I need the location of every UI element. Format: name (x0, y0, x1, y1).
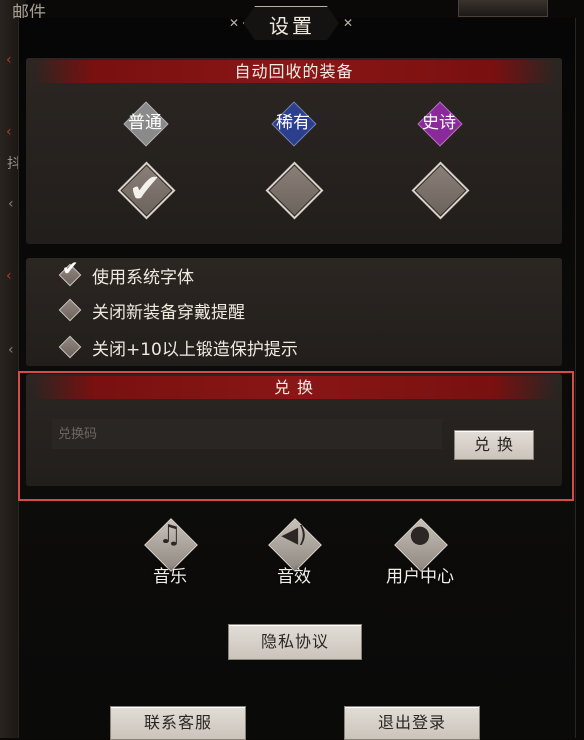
background-chevron-icon: ‹ (8, 342, 14, 358)
privacy-policy-button[interactable]: 隐私协议 (228, 624, 362, 660)
rarity-badge-epic: 史诗 (414, 98, 464, 148)
background-arrow-icon: ‹ (6, 124, 12, 140)
title-ornament-icon: ✕ (229, 16, 240, 30)
sound-effect-label: 音效 (277, 567, 311, 587)
checkbox-diamond-icon (265, 161, 324, 220)
rarity-label: 稀有 (276, 113, 310, 133)
option-label: 关闭新装备穿戴提醒 (92, 302, 245, 323)
recycle-checkbox-rare[interactable] (264, 160, 324, 220)
rarity-badge-common: 普通 (120, 98, 170, 148)
rarity-label: 史诗 (422, 113, 456, 133)
option-forge-protect[interactable]: 关闭+10以上锻造保护提示 (56, 334, 298, 360)
checkmark-icon: ✔ (128, 166, 162, 212)
logout-button[interactable]: 退出登录 (344, 706, 480, 740)
checkbox-diamond-icon (58, 298, 82, 322)
background-chevron-icon: ‹ (8, 196, 14, 212)
option-label: 关闭+10以上锻造保护提示 (92, 339, 298, 360)
rarity-badge-rare: 稀有 (268, 98, 318, 148)
rarity-common: 普通 ✔ (90, 98, 200, 220)
sound-effect-button[interactable]: ◀) 音效 (254, 518, 334, 588)
auto-recycle-section: 自动回收的装备 普通 ✔ 稀有 史诗 (26, 58, 562, 244)
options-section: ✔ 使用系统字体 关闭新装备穿戴提醒 关闭+10以上锻造保护提示 (26, 256, 562, 366)
recycle-checkbox-epic[interactable] (410, 160, 470, 220)
option-system-font[interactable]: ✔ 使用系统字体 (56, 256, 194, 288)
checkbox-diamond-icon (411, 161, 470, 220)
background-top-button (458, 0, 548, 17)
rarity-rare: 稀有 (238, 98, 348, 220)
music-note-icon: ♫ (158, 520, 182, 550)
user-icon: ● (409, 520, 431, 548)
rarity-label: 普通 (128, 113, 162, 133)
music-label: 音乐 (153, 567, 187, 587)
option-label: 使用系统字体 (92, 267, 194, 288)
music-button[interactable]: ♫ 音乐 (130, 518, 210, 588)
redeem-highlight-outline (18, 371, 574, 501)
recycle-checkbox-common[interactable]: ✔ (116, 160, 176, 220)
checkbox-diamond-icon: ✔ (58, 256, 82, 287)
background-arrow-icon: ‹ (6, 268, 12, 284)
contact-support-button[interactable]: 联系客服 (110, 706, 246, 740)
option-new-equip-reminder[interactable]: 关闭新装备穿戴提醒 (56, 297, 245, 323)
dialog-title: ✕ 设置 ✕ (229, 6, 353, 42)
checkmark-icon: ✔ (61, 256, 79, 281)
auto-recycle-header: 自动回收的装备 (32, 60, 556, 83)
rarity-epic: 史诗 (384, 98, 494, 220)
user-center-label: 用户中心 (386, 567, 454, 587)
background-arrow-icon: ‹ (6, 52, 12, 68)
speaker-icon: ◀) (281, 523, 307, 548)
user-center-button[interactable]: ● 用户中心 (380, 518, 460, 588)
title-ornament-icon: ✕ (342, 16, 353, 30)
checkbox-diamond-icon (58, 335, 82, 359)
title-label: 设置 (243, 6, 339, 40)
